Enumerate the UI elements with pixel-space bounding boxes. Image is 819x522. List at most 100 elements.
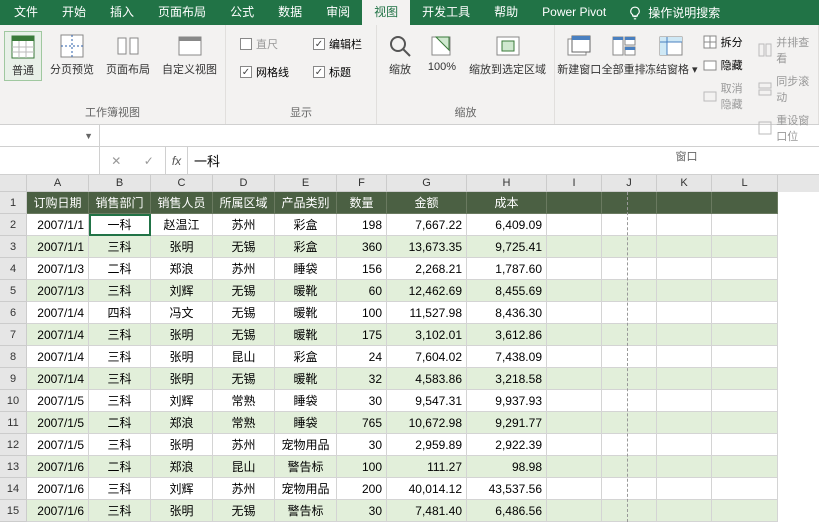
data-cell[interactable]: 三科: [89, 368, 151, 390]
tab-insert[interactable]: 插入: [98, 0, 146, 25]
data-cell[interactable]: 苏州: [213, 214, 275, 236]
data-cell[interactable]: 2007/1/4: [27, 346, 89, 368]
data-cell[interactable]: 2,959.89: [387, 434, 467, 456]
data-cell[interactable]: 一科: [89, 214, 151, 236]
data-cell[interactable]: 彩盒: [275, 214, 337, 236]
data-cell[interactable]: 苏州: [213, 258, 275, 280]
tab-powerpivot[interactable]: Power Pivot: [530, 0, 618, 25]
freeze-panes-button[interactable]: 冻结窗格 ▾: [648, 31, 695, 79]
data-cell[interactable]: 8,455.69: [467, 280, 547, 302]
data-cell[interactable]: [712, 302, 778, 324]
data-cell[interactable]: 四科: [89, 302, 151, 324]
row-header[interactable]: 10: [0, 390, 27, 412]
data-cell[interactable]: [657, 456, 712, 478]
tab-developer[interactable]: 开发工具: [410, 0, 482, 25]
data-cell[interactable]: 2007/1/5: [27, 434, 89, 456]
data-cell[interactable]: [547, 390, 602, 412]
column-header-D[interactable]: D: [213, 175, 275, 192]
data-cell[interactable]: [657, 500, 712, 522]
new-window-button[interactable]: 新建窗口: [559, 31, 599, 79]
data-cell[interactable]: 睡袋: [275, 412, 337, 434]
data-cell[interactable]: 100: [337, 456, 387, 478]
data-cell[interactable]: [712, 456, 778, 478]
row-header[interactable]: 12: [0, 434, 27, 456]
data-cell[interactable]: 三科: [89, 434, 151, 456]
data-cell[interactable]: 3,218.58: [467, 368, 547, 390]
row-header[interactable]: 5: [0, 280, 27, 302]
data-cell[interactable]: [602, 500, 657, 522]
header-cell[interactable]: 销售部门: [89, 192, 151, 214]
data-cell[interactable]: 12,462.69: [387, 280, 467, 302]
data-cell[interactable]: 无锡: [213, 368, 275, 390]
data-cell[interactable]: 睡袋: [275, 390, 337, 412]
data-cell[interactable]: 无锡: [213, 500, 275, 522]
data-cell[interactable]: [547, 500, 602, 522]
data-cell[interactable]: [602, 258, 657, 280]
data-cell[interactable]: 2007/1/1: [27, 236, 89, 258]
data-cell[interactable]: 6,486.56: [467, 500, 547, 522]
formula-input[interactable]: 一科: [188, 147, 819, 174]
header-cell[interactable]: [547, 192, 602, 214]
data-cell[interactable]: 暖靴: [275, 280, 337, 302]
data-cell[interactable]: 30: [337, 434, 387, 456]
data-cell[interactable]: 无锡: [213, 236, 275, 258]
data-cell[interactable]: 175: [337, 324, 387, 346]
spreadsheet-grid[interactable]: ABCDEFGHIJKL 1订购日期销售部门销售人员所属区域产品类别数量金额成本…: [0, 175, 819, 522]
row-header[interactable]: 2: [0, 214, 27, 236]
data-cell[interactable]: [712, 478, 778, 500]
data-cell[interactable]: [602, 368, 657, 390]
data-cell[interactable]: 60: [337, 280, 387, 302]
zoom-selection-button[interactable]: 缩放到选定区域: [465, 31, 550, 79]
data-cell[interactable]: [602, 280, 657, 302]
column-header-C[interactable]: C: [151, 175, 213, 192]
data-cell[interactable]: 2007/1/6: [27, 456, 89, 478]
formulabar-checkbox[interactable]: 编辑栏: [309, 35, 366, 53]
data-cell[interactable]: [602, 214, 657, 236]
data-cell[interactable]: 2007/1/3: [27, 280, 89, 302]
data-cell[interactable]: [657, 302, 712, 324]
data-cell[interactable]: [547, 258, 602, 280]
data-cell[interactable]: 2,268.21: [387, 258, 467, 280]
data-cell[interactable]: 宠物用品: [275, 434, 337, 456]
fx-icon[interactable]: fx: [166, 147, 188, 174]
data-cell[interactable]: 暖靴: [275, 324, 337, 346]
data-cell[interactable]: [602, 302, 657, 324]
data-cell[interactable]: 暖靴: [275, 302, 337, 324]
data-cell[interactable]: 2007/1/4: [27, 368, 89, 390]
column-header-J[interactable]: J: [602, 175, 657, 192]
header-cell[interactable]: 销售人员: [151, 192, 213, 214]
data-cell[interactable]: 13,673.35: [387, 236, 467, 258]
data-cell[interactable]: [547, 214, 602, 236]
data-cell[interactable]: 张明: [151, 324, 213, 346]
data-cell[interactable]: [547, 434, 602, 456]
row-header[interactable]: 13: [0, 456, 27, 478]
data-cell[interactable]: [547, 324, 602, 346]
data-cell[interactable]: [712, 434, 778, 456]
tab-view[interactable]: 视图: [362, 0, 410, 25]
arrange-all-button[interactable]: 全部重排: [603, 31, 643, 79]
data-cell[interactable]: 40,014.12: [387, 478, 467, 500]
data-cell[interactable]: [712, 258, 778, 280]
data-cell[interactable]: [712, 214, 778, 236]
data-cell[interactable]: 昆山: [213, 456, 275, 478]
data-cell[interactable]: 张明: [151, 500, 213, 522]
data-cell[interactable]: [547, 302, 602, 324]
data-cell[interactable]: [712, 412, 778, 434]
header-cell[interactable]: 所属区域: [213, 192, 275, 214]
data-cell[interactable]: [602, 456, 657, 478]
data-cell[interactable]: 7,604.02: [387, 346, 467, 368]
data-cell[interactable]: 三科: [89, 478, 151, 500]
data-cell[interactable]: [547, 280, 602, 302]
data-cell[interactable]: 张明: [151, 368, 213, 390]
row-header[interactable]: 15: [0, 500, 27, 522]
data-cell[interactable]: [602, 434, 657, 456]
data-cell[interactable]: 刘辉: [151, 280, 213, 302]
row-header[interactable]: 8: [0, 346, 27, 368]
data-cell[interactable]: 昆山: [213, 346, 275, 368]
data-cell[interactable]: 10,672.98: [387, 412, 467, 434]
data-cell[interactable]: 刘辉: [151, 390, 213, 412]
tab-review[interactable]: 审阅: [314, 0, 362, 25]
data-cell[interactable]: 11,527.98: [387, 302, 467, 324]
header-cell[interactable]: 订购日期: [27, 192, 89, 214]
data-cell[interactable]: [657, 390, 712, 412]
